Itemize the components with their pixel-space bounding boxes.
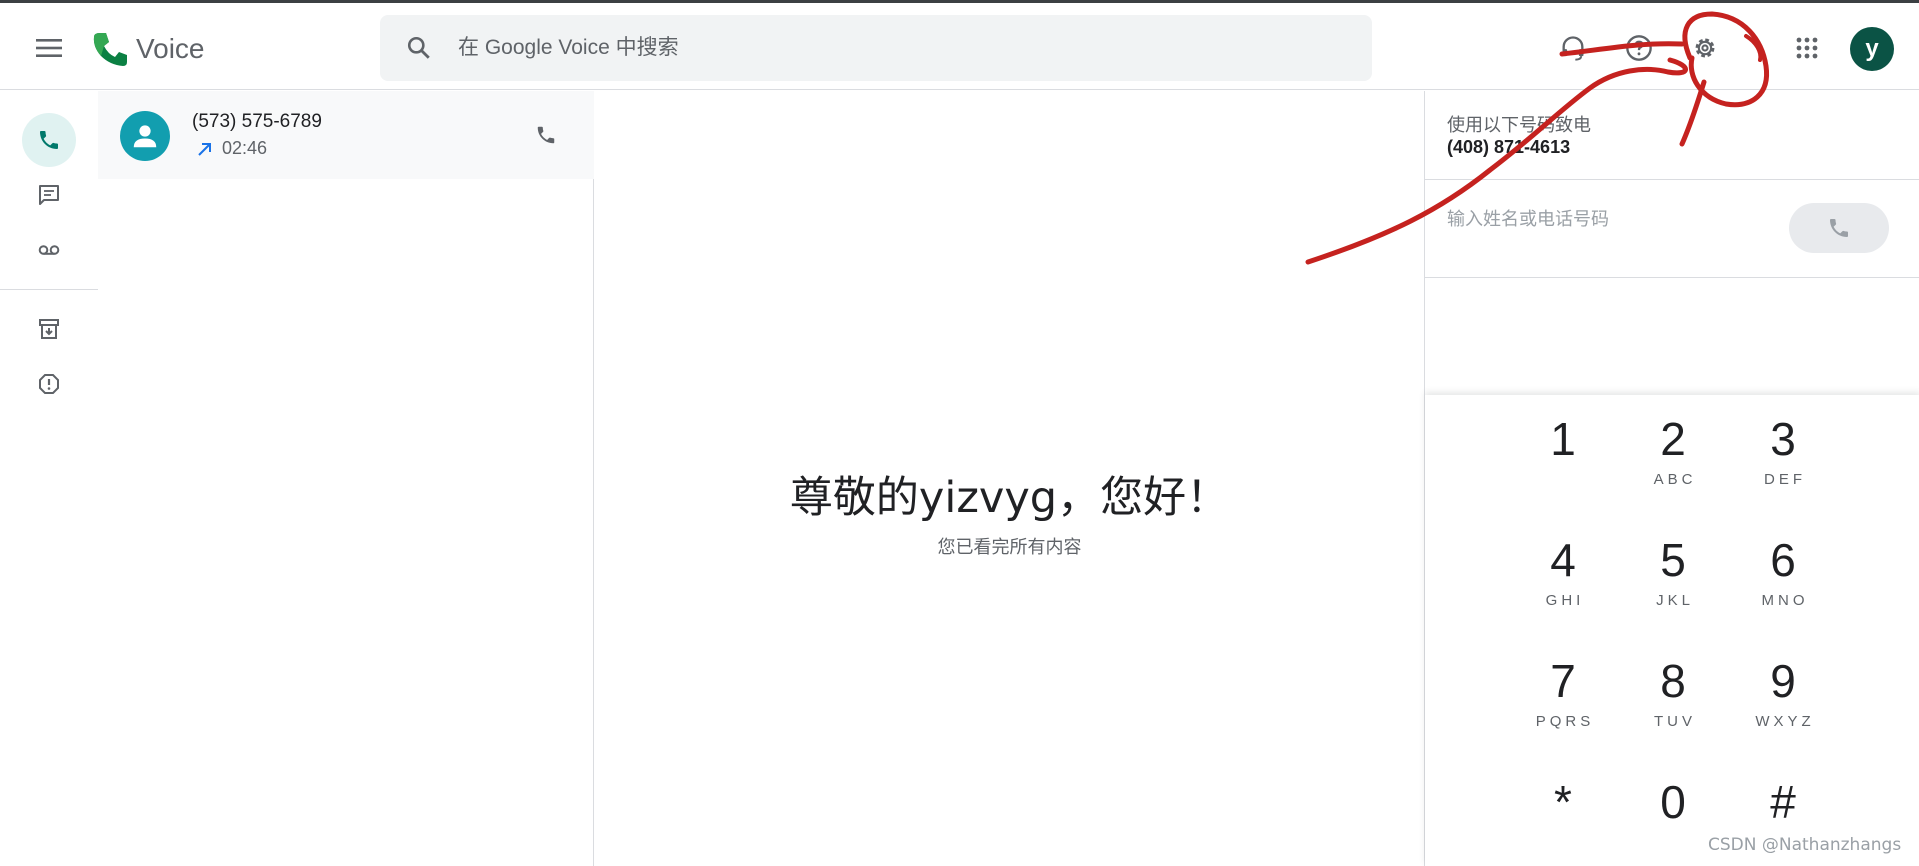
divider — [1425, 179, 1919, 180]
phone-icon — [537, 126, 555, 144]
nav-rail — [0, 91, 98, 866]
key-8[interactable]: 8 TUV — [1623, 643, 1723, 753]
outgoing-call-arrow-icon — [198, 142, 211, 156]
search-bar[interactable] — [380, 15, 1372, 81]
caller-id-number[interactable]: (408) 871-4613 — [1447, 137, 1570, 158]
app-name: Voice — [136, 33, 205, 64]
support-button[interactable] — [1548, 23, 1598, 73]
watermark: CSDN @Nathanzhangs — [1708, 835, 1902, 855]
key-star[interactable]: * — [1513, 764, 1613, 866]
greeting-title: 尊敬的yizvyg，您好！ — [789, 473, 1230, 523]
key-digit: 4 — [1550, 534, 1576, 586]
greeting-subtitle: 您已看完所有内容 — [937, 537, 1082, 558]
account-avatar[interactable]: y — [1850, 27, 1894, 71]
gear-icon — [1695, 38, 1715, 58]
nav-messages[interactable] — [22, 168, 76, 222]
nav-voicemail[interactable] — [22, 223, 76, 277]
settings-button[interactable] — [1680, 23, 1730, 73]
key-2[interactable]: 2 ABC — [1623, 401, 1723, 511]
key-digit: 6 — [1770, 534, 1796, 586]
key-digit: 7 — [1550, 655, 1576, 707]
key-letters: TUV — [1654, 713, 1696, 730]
dial-call-button[interactable] — [1789, 203, 1889, 253]
top-bar: Voice y — [0, 0, 1919, 90]
key-1[interactable]: 1 — [1513, 401, 1613, 511]
message-icon — [39, 185, 59, 205]
key-6[interactable]: 6 MNO — [1733, 522, 1833, 632]
call-duration: 02:46 — [222, 138, 268, 158]
key-4[interactable]: 4 GHI — [1513, 522, 1613, 632]
archive-icon — [39, 319, 59, 339]
apps-grid-icon — [1796, 37, 1818, 59]
key-digit: * — [1554, 776, 1572, 828]
key-3[interactable]: 3 DEF — [1733, 401, 1833, 511]
spam-report-icon — [39, 374, 59, 394]
key-digit: 1 — [1550, 413, 1576, 465]
key-digit: 2 — [1660, 413, 1686, 465]
key-letters: WXYZ — [1755, 713, 1815, 730]
person-icon — [133, 125, 157, 148]
call-back-button[interactable] — [522, 111, 570, 159]
call-number: (573) 575-6789 — [192, 111, 322, 132]
dial-input[interactable] — [1447, 209, 1777, 230]
rail-divider — [0, 289, 98, 290]
phone-icon — [1830, 219, 1848, 237]
call-list: (573) 575-6789 02:46 — [98, 91, 594, 866]
key-letters: DEF — [1764, 471, 1806, 488]
help-button[interactable] — [1614, 23, 1664, 73]
key-digit: 5 — [1660, 534, 1686, 586]
key-7[interactable]: 7 PQRS — [1513, 643, 1613, 753]
key-digit: 3 — [1770, 413, 1796, 465]
contact-avatar — [120, 111, 170, 161]
dialer-panel: 使用以下号码致电 (408) 871-4613 1 2 ABC 3 DEF 4 GHI… — [1424, 91, 1919, 866]
headset-icon — [1562, 36, 1584, 61]
apps-button[interactable] — [1782, 23, 1832, 73]
voicemail-icon — [38, 245, 60, 255]
key-9[interactable]: 9 WXYZ — [1733, 643, 1833, 753]
search-icon — [407, 36, 430, 59]
keypad: 1 2 ABC 3 DEF 4 GHI 5 JKL 6 MNO 7 PQRS 8 TUV 9 W… — [1425, 395, 1919, 866]
call-list-item[interactable]: (573) 575-6789 02:46 — [98, 91, 594, 179]
key-letters: PQRS — [1535, 713, 1595, 730]
key-letters: GHI — [1545, 592, 1585, 609]
divider — [1425, 277, 1919, 278]
help-icon — [1626, 35, 1652, 61]
menu-icon — [36, 39, 62, 57]
key-5[interactable]: 5 JKL — [1623, 522, 1723, 632]
nav-spam[interactable] — [22, 357, 76, 411]
nav-archive[interactable] — [22, 302, 76, 356]
key-digit: # — [1770, 776, 1796, 828]
key-digit: 8 — [1660, 655, 1686, 707]
key-letters: JKL — [1656, 592, 1694, 609]
call-meta: 02:46 — [196, 138, 267, 159]
voice-logo-icon — [93, 33, 127, 66]
main-pane: 尊敬的yizvyg，您好！ 您已看完所有内容 — [595, 91, 1424, 866]
key-letters: ABC — [1653, 471, 1697, 488]
phone-icon — [40, 131, 58, 149]
nav-calls[interactable] — [22, 113, 76, 167]
voice-logo[interactable]: Voice — [90, 29, 205, 69]
key-letters: MNO — [1761, 592, 1809, 609]
search-input[interactable] — [458, 36, 1318, 60]
main-menu-button[interactable] — [24, 23, 74, 73]
key-digit: 9 — [1770, 655, 1796, 707]
search-button[interactable] — [380, 35, 458, 61]
caller-id-label: 使用以下号码致电 — [1447, 115, 1591, 136]
key-digit: 0 — [1660, 776, 1686, 828]
